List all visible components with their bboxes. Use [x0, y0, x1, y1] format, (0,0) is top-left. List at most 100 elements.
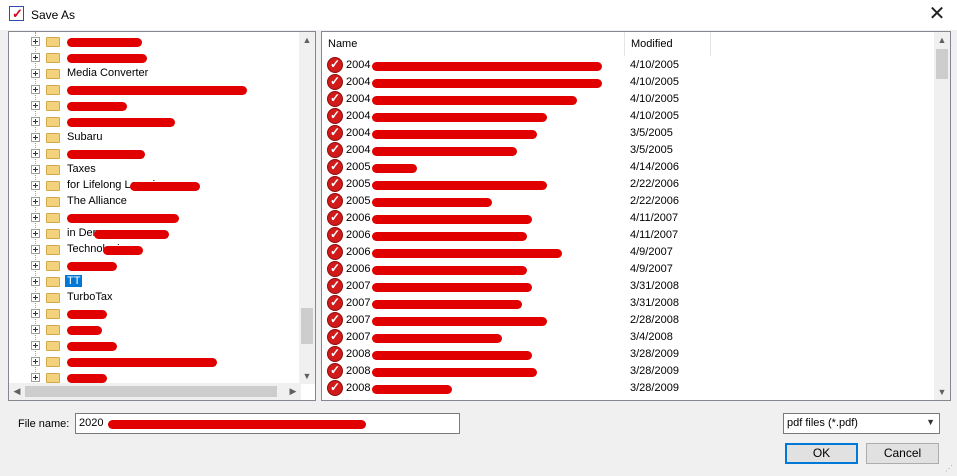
- tree-item[interactable]: [9, 338, 301, 354]
- tree-item[interactable]: [9, 306, 301, 322]
- tree-item[interactable]: [9, 82, 301, 98]
- expand-plus-icon[interactable]: [31, 197, 40, 206]
- tree-item[interactable]: [9, 370, 301, 384]
- scroll-left-icon[interactable]: ◀: [9, 383, 25, 399]
- expand-plus-icon[interactable]: [31, 37, 40, 46]
- tree-item[interactable]: in Denver: [9, 226, 301, 242]
- tree-item[interactable]: TurboTax: [9, 290, 301, 306]
- expand-plus-icon[interactable]: [31, 293, 40, 302]
- scroll-down-icon[interactable]: ▼: [299, 368, 315, 384]
- file-type-select[interactable]: pdf files (*.pdf) ▼: [783, 413, 940, 434]
- file-row[interactable]: 2004 4/10/2005: [322, 108, 934, 125]
- file-name: 2004: [346, 127, 371, 139]
- file-row[interactable]: 2007 3/31/2008: [322, 295, 934, 312]
- folder-icon: [46, 165, 60, 175]
- tree-item[interactable]: [9, 34, 301, 50]
- tree-item-label: TT: [65, 275, 83, 287]
- folder-tree[interactable]: Media Converter Subaru Taxes for Lifelong L…: [8, 31, 316, 401]
- expand-plus-icon[interactable]: [31, 325, 40, 334]
- redaction-mark: [372, 79, 602, 88]
- file-row[interactable]: 2007 3/4/2008: [322, 329, 934, 346]
- file-list-vertical-scrollbar[interactable]: ▲ ▼: [934, 32, 950, 400]
- expand-plus-icon[interactable]: [31, 85, 40, 94]
- column-divider[interactable]: [710, 32, 711, 56]
- column-header-name[interactable]: Name: [322, 32, 622, 56]
- file-row[interactable]: 2005 2/22/2006: [322, 193, 934, 210]
- file-row[interactable]: 2008 3/28/2009: [322, 363, 934, 380]
- cancel-button[interactable]: Cancel: [866, 443, 939, 464]
- pdf-file-icon: [327, 227, 343, 243]
- file-row[interactable]: 2006 4/9/2007: [322, 244, 934, 261]
- expand-plus-icon[interactable]: [31, 245, 40, 254]
- file-row[interactable]: 2008 3/28/2009: [322, 380, 934, 397]
- expand-plus-icon[interactable]: [31, 357, 40, 366]
- tree-horizontal-scrollbar[interactable]: ◀ ▶: [9, 383, 301, 400]
- redaction-mark: [67, 118, 175, 127]
- tree-item[interactable]: Subaru: [9, 130, 301, 146]
- tree-horizontal-scroll-thumb[interactable]: [25, 386, 277, 397]
- tree-item[interactable]: TT: [9, 274, 301, 290]
- file-row[interactable]: 2004 3/5/2005: [322, 125, 934, 142]
- scroll-up-icon[interactable]: ▲: [934, 32, 950, 48]
- column-header-modified[interactable]: Modified: [625, 32, 710, 56]
- tree-vertical-scroll-thumb[interactable]: [301, 308, 313, 344]
- expand-plus-icon[interactable]: [31, 117, 40, 126]
- scroll-right-icon[interactable]: ▶: [285, 383, 301, 399]
- close-icon[interactable]: ✕: [917, 0, 957, 30]
- tree-item[interactable]: Taxes: [9, 162, 301, 178]
- expand-plus-icon[interactable]: [31, 277, 40, 286]
- file-row[interactable]: 2008 3/28/2009: [322, 346, 934, 363]
- file-row[interactable]: 2007 3/31/2008: [322, 278, 934, 295]
- tree-item[interactable]: [9, 354, 301, 370]
- tree-item[interactable]: for Lifelong Learning: [9, 178, 301, 194]
- expand-plus-icon[interactable]: [31, 309, 40, 318]
- expand-plus-icon[interactable]: [31, 53, 40, 62]
- file-name-input[interactable]: 2020: [75, 413, 460, 434]
- folder-icon: [46, 325, 60, 335]
- resize-grip-icon[interactable]: ⋰: [945, 464, 955, 474]
- tree-vertical-scrollbar[interactable]: ▲ ▼: [299, 32, 315, 384]
- tree-item[interactable]: [9, 146, 301, 162]
- expand-plus-icon[interactable]: [31, 101, 40, 110]
- pdf-file-icon: [327, 91, 343, 107]
- file-name: 2007: [346, 314, 371, 326]
- file-row[interactable]: 2004 3/5/2005: [322, 142, 934, 159]
- tree-item[interactable]: The Alliance: [9, 194, 301, 210]
- tree-item[interactable]: [9, 114, 301, 130]
- expand-plus-icon[interactable]: [31, 181, 40, 190]
- tree-item[interactable]: Media Converter: [9, 66, 301, 82]
- file-row[interactable]: 2004 4/10/2005: [322, 91, 934, 108]
- tree-item[interactable]: [9, 50, 301, 66]
- expand-plus-icon[interactable]: [31, 149, 40, 158]
- tree-item[interactable]: [9, 322, 301, 338]
- scroll-down-icon[interactable]: ▼: [934, 384, 950, 400]
- file-list-scroll-thumb[interactable]: [936, 49, 948, 79]
- tree-item[interactable]: [9, 258, 301, 274]
- file-row[interactable]: 2006 4/9/2007: [322, 261, 934, 278]
- file-modified-date: 4/14/2006: [630, 161, 679, 173]
- file-modified-date: 2/28/2008: [630, 314, 679, 326]
- expand-plus-icon[interactable]: [31, 341, 40, 350]
- file-row[interactable]: 2006 4/11/2007: [322, 210, 934, 227]
- file-list[interactable]: Name Modified 2004 4/10/2005 2004 4/10/2005…: [321, 31, 951, 401]
- scroll-up-icon[interactable]: ▲: [299, 32, 315, 48]
- ok-button[interactable]: OK: [785, 443, 858, 464]
- expand-plus-icon[interactable]: [31, 261, 40, 270]
- file-row[interactable]: 2005 4/14/2006: [322, 159, 934, 176]
- expand-plus-icon[interactable]: [31, 213, 40, 222]
- file-row[interactable]: 2007 2/28/2008: [322, 312, 934, 329]
- expand-plus-icon[interactable]: [31, 165, 40, 174]
- expand-plus-icon[interactable]: [31, 229, 40, 238]
- file-row[interactable]: 2005 2/22/2006: [322, 176, 934, 193]
- file-name: 2004: [346, 59, 371, 71]
- expand-plus-icon[interactable]: [31, 373, 40, 382]
- file-row[interactable]: 2004 4/10/2005: [322, 74, 934, 91]
- expand-plus-icon[interactable]: [31, 69, 40, 78]
- tree-item[interactable]: [9, 210, 301, 226]
- file-row[interactable]: 2006 4/11/2007: [322, 227, 934, 244]
- tree-item[interactable]: Technologies: [9, 242, 301, 258]
- redaction-mark: [67, 214, 179, 223]
- tree-item[interactable]: [9, 98, 301, 114]
- expand-plus-icon[interactable]: [31, 133, 40, 142]
- file-row[interactable]: 2004 4/10/2005: [322, 57, 934, 74]
